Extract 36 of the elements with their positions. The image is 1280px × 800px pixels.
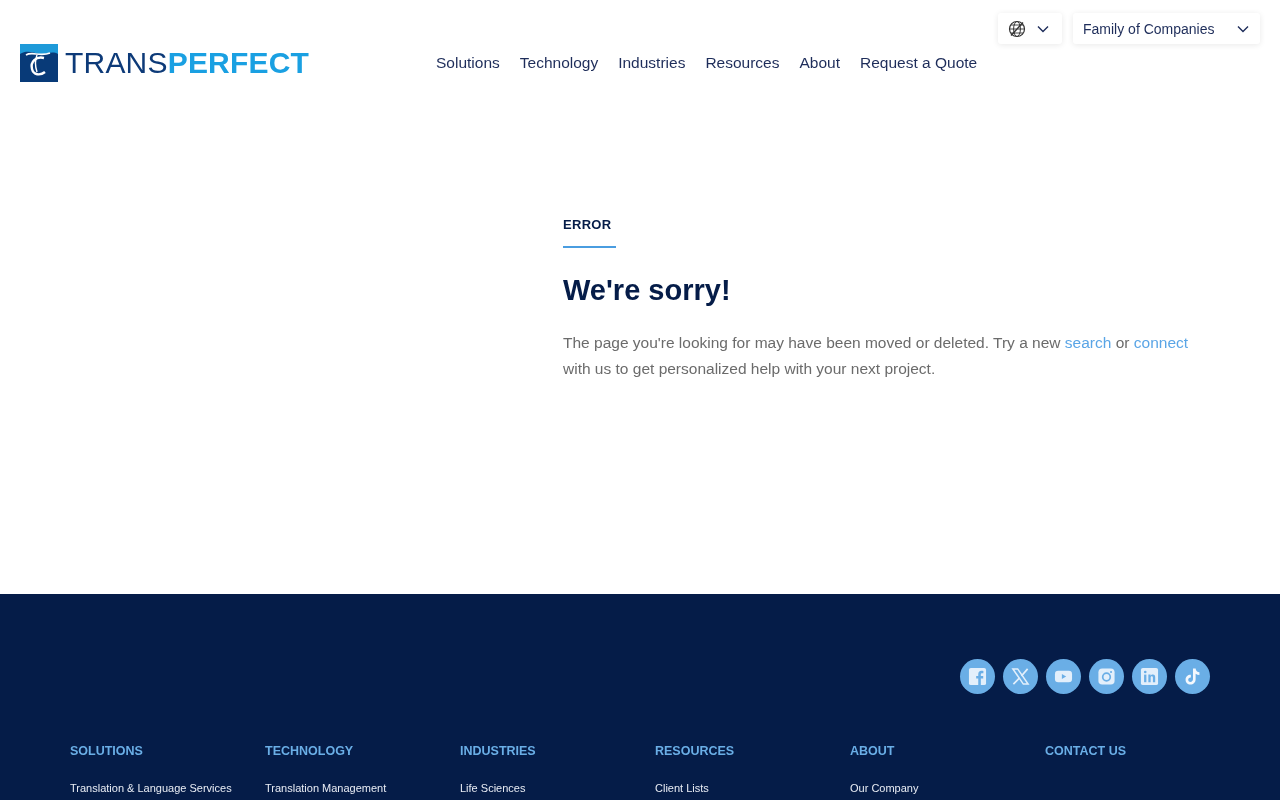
footer-heading: CONTACT US (1045, 743, 1126, 759)
logo-emblem-icon[interactable] (20, 44, 58, 82)
social-link[interactable] (1089, 659, 1124, 694)
nav-link[interactable]: Request a Quote (860, 54, 978, 72)
nav-link[interactable]: Industries (618, 54, 686, 72)
footer-link[interactable]: Translation & Language Services (70, 781, 232, 795)
error-heading: We're sorry! (563, 273, 732, 307)
nav-link[interactable]: Technology (519, 54, 599, 72)
error-message: The page you're looking for may have been moved or deleted. Try a new search or connect with us to get personalized help with your next project. (563, 333, 1190, 379)
social-link[interactable] (1132, 659, 1167, 694)
social-link[interactable] (960, 659, 995, 694)
footer-link[interactable]: Life Sciences (460, 781, 526, 795)
error-label: ERROR (563, 217, 617, 248)
footer-heading: SOLUTIONS (70, 743, 143, 759)
nav-link[interactable]: Resources (705, 54, 780, 72)
facebook-icon (968, 667, 987, 686)
footer-link[interactable]: Client Lists (655, 781, 709, 795)
footer-link[interactable]: Our Company (850, 781, 919, 795)
footer-heading: INDUSTRIES (460, 743, 536, 759)
footer-heading: TECHNOLOGY (265, 743, 354, 759)
nav-link[interactable]: Solutions (436, 54, 500, 72)
globe-icon (1008, 19, 1026, 38)
company-selector[interactable]: Family of Companies (1073, 13, 1260, 44)
instagram-icon (1097, 667, 1116, 686)
nav-link[interactable]: About (799, 54, 840, 72)
footer-link[interactable]: Translation Management (265, 781, 387, 795)
language-selector[interactable] (998, 13, 1062, 44)
social-link[interactable] (1175, 659, 1210, 694)
social-link[interactable] (1003, 659, 1038, 694)
social-link[interactable] (1046, 659, 1081, 694)
logo-wordmark[interactable]: TRANSPERFECT (65, 44, 310, 82)
tiktok-icon (1183, 667, 1202, 686)
footer-heading: ABOUT (850, 743, 895, 759)
footer-heading: RESOURCES (655, 743, 735, 759)
x-logo-icon (1011, 667, 1030, 686)
linkedin-icon (1140, 667, 1159, 686)
